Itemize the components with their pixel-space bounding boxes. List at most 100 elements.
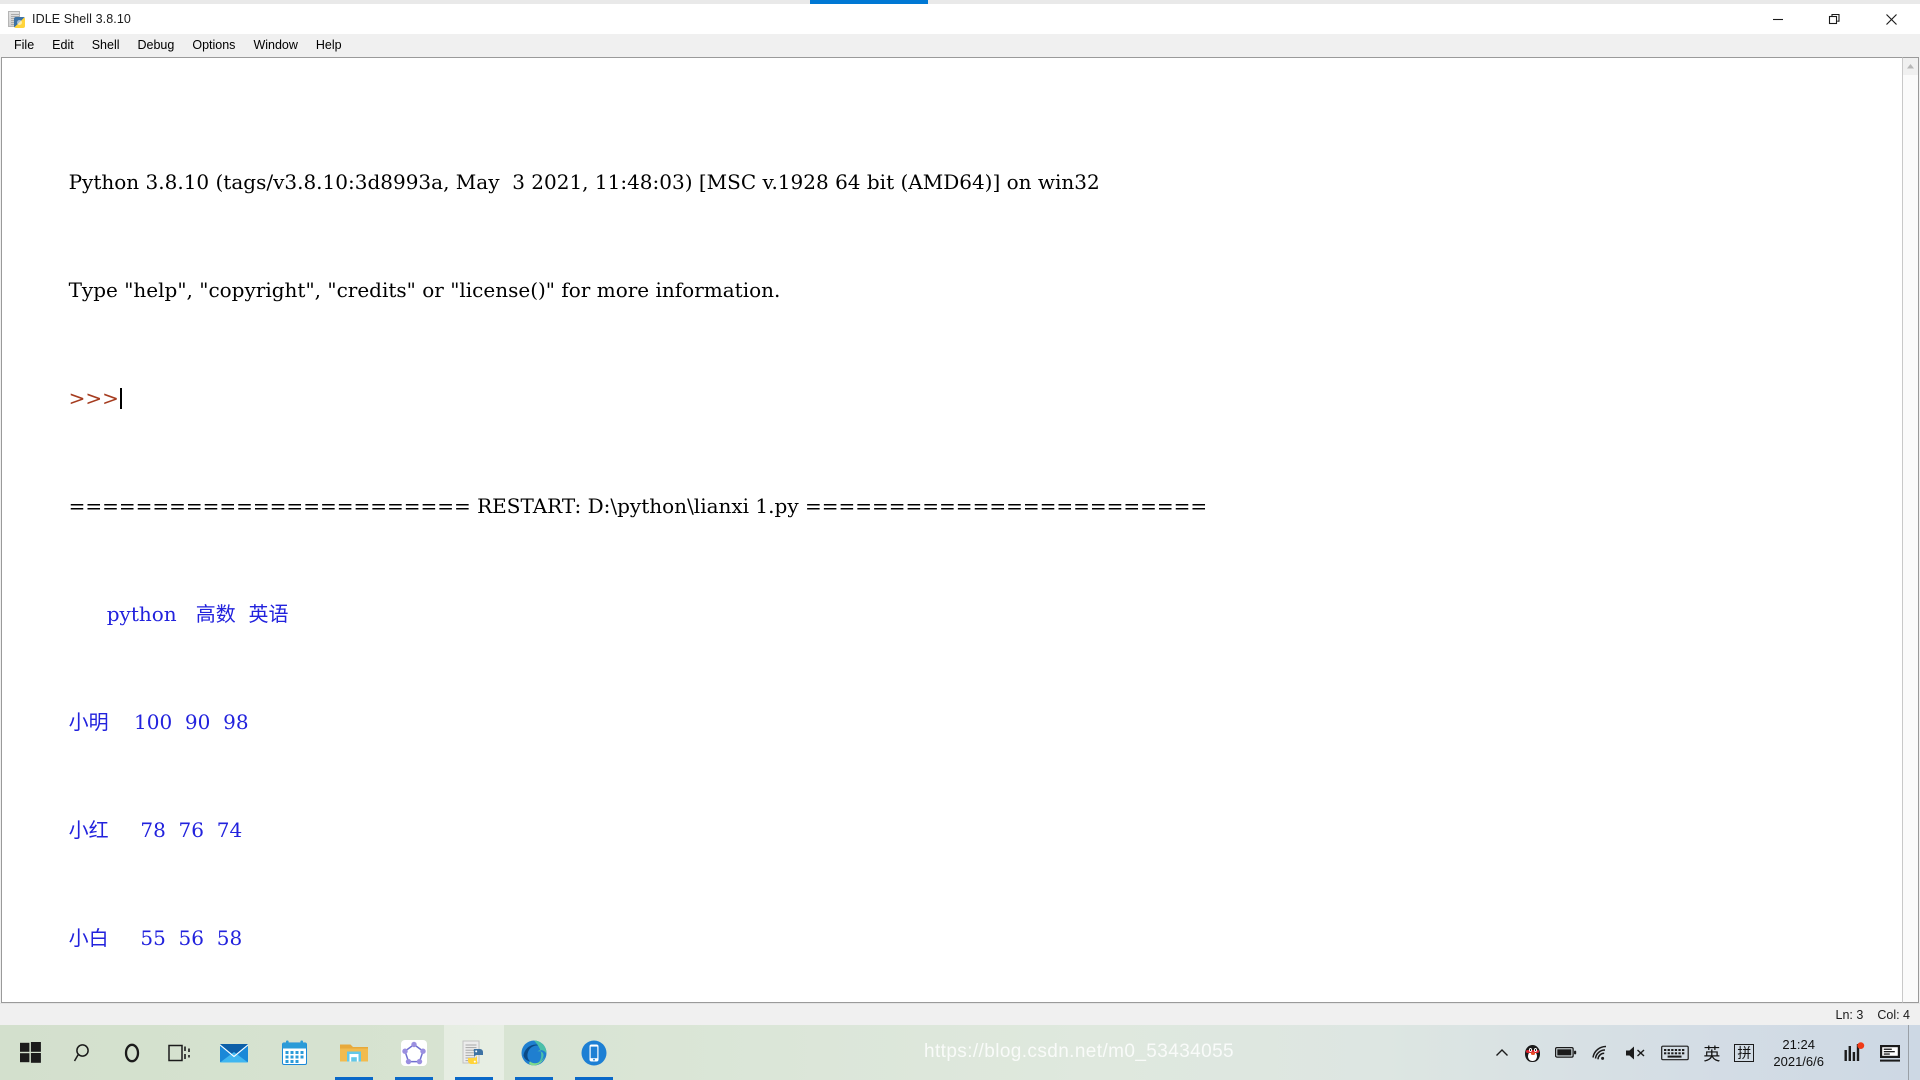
geogebra-icon <box>401 1039 427 1066</box>
signal-bars-indicator[interactable] <box>1836 1025 1872 1080</box>
restart-separator-right: ======================== <box>804 494 1208 518</box>
banner-line-2: Type "help", "copyright", "credits" or "… <box>68 278 781 302</box>
close-button[interactable] <box>1863 4 1920 34</box>
notification-center-icon <box>1880 1044 1900 1062</box>
mail-app[interactable] <box>204 1025 264 1080</box>
ime-mode-label: 英 <box>1703 1045 1721 1064</box>
shell-text: Python 3.8.10 (tags/v3.8.10:3d8993a, May… <box>5 61 1902 1002</box>
touch-keyboard-icon[interactable] <box>1654 1025 1696 1080</box>
table-row: 小明 100 90 98 <box>5 682 1902 734</box>
speaker-muted-icon <box>1626 1046 1645 1059</box>
minimize-icon <box>1772 18 1783 21</box>
calendar-icon <box>281 1040 307 1065</box>
qq-penguin-icon <box>1524 1043 1541 1063</box>
wifi-icon <box>1592 1045 1607 1060</box>
banner-line-1: Python 3.8.10 (tags/v3.8.10:3d8993a, May… <box>68 170 1100 194</box>
status-bar: Ln: 3 Col: 4 <box>0 1003 1920 1025</box>
scroll-up-arrow[interactable] <box>1903 58 1918 75</box>
mail-icon <box>220 1043 248 1062</box>
menu-item-edit[interactable]: Edit <box>43 36 83 55</box>
start-button[interactable] <box>0 1025 60 1080</box>
phone-link-app[interactable] <box>564 1025 624 1080</box>
taskbar-app-list <box>0 1025 624 1080</box>
table-cell: 76 <box>178 818 204 842</box>
taskbar-empty-space[interactable]: https://blog.csdn.net/m0_53434055 <box>624 1025 1487 1080</box>
menu-item-file[interactable]: File <box>5 36 43 55</box>
notification-center-button[interactable] <box>1872 1025 1908 1080</box>
restart-label: RESTART: <box>477 494 582 518</box>
python-idle-icon <box>462 1040 483 1064</box>
qq-tray-icon[interactable] <box>1517 1025 1548 1080</box>
python-idle-icon <box>8 10 25 28</box>
ime-pinyin-label: 拼 <box>1734 1043 1755 1062</box>
menu-item-window[interactable]: Window <box>244 36 306 55</box>
taskbar-clock[interactable]: 21:24 2021/6/6 <box>1761 1025 1836 1080</box>
minimize-button[interactable] <box>1749 4 1806 34</box>
console-line-prompt-1: >>> <box>5 358 1902 410</box>
window-controls <box>1749 4 1920 34</box>
file-explorer-app[interactable] <box>324 1025 384 1080</box>
show-hidden-icons[interactable] <box>1487 1025 1517 1080</box>
table-row: 小白 55 56 58 <box>5 898 1902 950</box>
signal-bars-icon <box>1844 1041 1865 1061</box>
table-cell: 58 <box>216 926 243 950</box>
python-idle-app[interactable] <box>444 1025 504 1080</box>
restart-path: D:\python\lianxi 1.py <box>587 494 799 518</box>
battery-tray-icon[interactable] <box>1548 1025 1584 1080</box>
title-bar: IDLE Shell 3.8.10 <box>0 4 1920 34</box>
menu-item-options[interactable]: Options <box>183 36 244 55</box>
menu-item-help[interactable]: Help <box>307 36 351 55</box>
vertical-scrollbar[interactable] <box>1902 57 1919 1003</box>
task-view-button[interactable] <box>156 1025 204 1080</box>
edge-browser-app[interactable] <box>504 1025 564 1080</box>
ime-pinyin-indicator[interactable]: 拼 <box>1727 1025 1761 1080</box>
search-button[interactable] <box>60 1025 108 1080</box>
status-column-number: Col: 4 <box>1877 1007 1910 1022</box>
table-row-name: 小红 <box>68 818 109 842</box>
table-row-name: 小白 <box>68 926 109 950</box>
system-tray: 英 拼 21:24 2021/6/6 <box>1487 1025 1920 1080</box>
shell-output-pane[interactable]: Python 3.8.10 (tags/v3.8.10:3d8993a, May… <box>1 57 1902 1003</box>
console-line-banner-2: Type "help", "copyright", "credits" or "… <box>5 250 1902 302</box>
table-cell: 100 <box>134 710 173 734</box>
table-header-col-3: 英语 <box>248 602 289 626</box>
restore-icon <box>1828 13 1840 24</box>
clock-date: 2021/6/6 <box>1773 1053 1824 1069</box>
console-line-banner-1: Python 3.8.10 (tags/v3.8.10:3d8993a, May… <box>5 142 1902 194</box>
geogebra-app[interactable] <box>384 1025 444 1080</box>
menu-item-shell[interactable]: Shell <box>83 36 129 55</box>
table-row-name: 小明 <box>68 710 109 734</box>
console-line-table-header: python 高数 英语 <box>5 574 1902 626</box>
menu-bar: File Edit Shell Debug Options Window Hel… <box>0 34 1920 56</box>
search-icon <box>73 1043 89 1061</box>
window-title: IDLE Shell 3.8.10 <box>32 12 131 26</box>
windows-taskbar: https://blog.csdn.net/m0_53434055 英 拼 21… <box>0 1025 1920 1080</box>
show-desktop-button[interactable] <box>1908 1025 1916 1080</box>
network-tray-icon[interactable] <box>1584 1025 1618 1080</box>
scrollbar-track[interactable] <box>1903 75 1918 1002</box>
console-area: Python 3.8.10 (tags/v3.8.10:3d8993a, May… <box>0 56 1920 1003</box>
table-cell: 98 <box>223 710 249 734</box>
status-line-number: Ln: 3 <box>1835 1007 1864 1022</box>
table-row: 小红 78 76 74 <box>5 790 1902 842</box>
table-cell: 55 <box>140 926 166 950</box>
cortana-icon <box>124 1043 140 1062</box>
calendar-app[interactable] <box>264 1025 324 1080</box>
volume-tray-icon[interactable] <box>1618 1025 1654 1080</box>
idle-shell-window: IDLE Shell 3.8.10 File Edit Shell Debug … <box>0 4 1920 1025</box>
close-icon <box>1886 13 1897 25</box>
table-header-col-1: python <box>106 602 177 626</box>
chevron-up-icon <box>1907 64 1914 69</box>
battery-icon <box>1555 1046 1577 1058</box>
text-caret <box>119 388 122 409</box>
table-cell: 74 <box>216 818 243 842</box>
cortana-button[interactable] <box>108 1025 156 1080</box>
restore-button[interactable] <box>1806 4 1863 34</box>
menu-item-debug[interactable]: Debug <box>129 36 184 55</box>
console-line-restart: ======================== RESTART: D:\pyt… <box>5 466 1902 518</box>
ime-mode-indicator[interactable]: 英 <box>1696 1025 1727 1080</box>
watermark-text: https://blog.csdn.net/m0_53434055 <box>924 1041 1235 1062</box>
table-header-col-2: 高数 <box>195 602 236 626</box>
keyboard-icon <box>1661 1045 1690 1060</box>
task-view-icon <box>168 1044 190 1061</box>
